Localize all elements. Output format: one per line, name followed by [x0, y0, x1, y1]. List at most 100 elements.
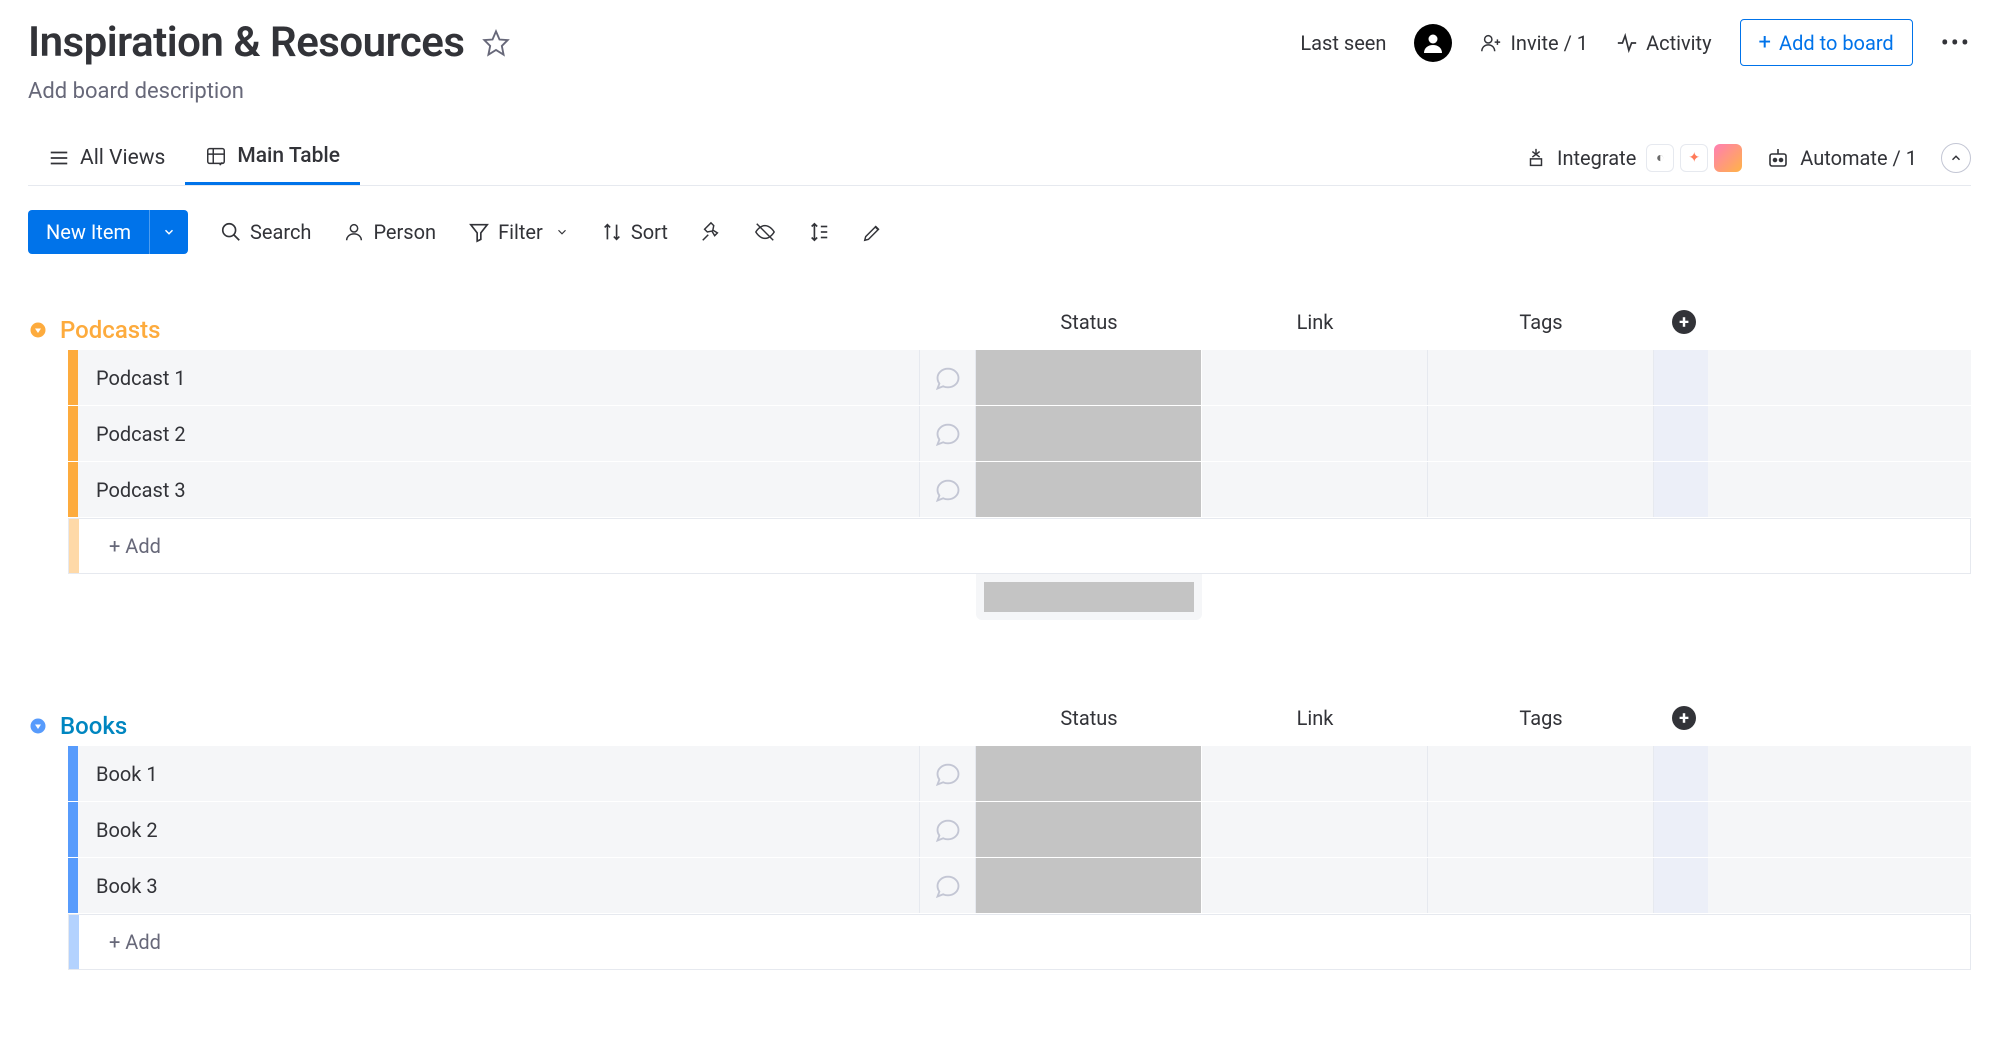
- tags-cell[interactable]: [1428, 746, 1654, 801]
- row-end: [1654, 858, 1708, 913]
- group-title[interactable]: Podcasts: [60, 316, 160, 344]
- invite-button[interactable]: Invite / 1: [1480, 31, 1588, 55]
- filter-button[interactable]: Filter: [468, 220, 569, 244]
- status-cell[interactable]: [976, 462, 1202, 517]
- chat-icon[interactable]: [920, 746, 976, 801]
- add-item-button[interactable]: + Add: [79, 915, 1970, 969]
- link-cell[interactable]: [1202, 406, 1428, 461]
- tags-cell[interactable]: [1428, 802, 1654, 857]
- table-row[interactable]: Podcast 1: [68, 350, 1971, 406]
- sort-button[interactable]: Sort: [601, 220, 668, 244]
- add-to-board-label: Add to board: [1779, 31, 1894, 55]
- status-cell[interactable]: [976, 802, 1202, 857]
- chat-icon[interactable]: [920, 462, 976, 517]
- group-title[interactable]: Books: [60, 712, 127, 740]
- main-table-tab[interactable]: Main Table: [185, 130, 360, 185]
- integration-app-icons: ◐ ✦: [1646, 144, 1742, 172]
- item-name-cell[interactable]: Book 3: [78, 858, 920, 913]
- more-menu-icon[interactable]: •••: [1941, 29, 1971, 57]
- row-color-bar: [68, 350, 78, 405]
- status-cell[interactable]: [976, 746, 1202, 801]
- all-views-label: All Views: [80, 146, 165, 170]
- row-end: [1654, 746, 1708, 801]
- new-item-dropdown[interactable]: [149, 210, 188, 254]
- board-title[interactable]: Inspiration & Resources: [28, 18, 464, 67]
- chat-icon[interactable]: [920, 350, 976, 405]
- status-cell[interactable]: [976, 350, 1202, 405]
- tags-cell[interactable]: [1428, 406, 1654, 461]
- table-row[interactable]: Book 2: [68, 802, 1971, 858]
- link-cell[interactable]: [1202, 802, 1428, 857]
- row-color-bar: [69, 915, 79, 969]
- link-cell[interactable]: [1202, 858, 1428, 913]
- integrate-button[interactable]: Integrate ◐ ✦: [1525, 144, 1742, 172]
- item-name-cell[interactable]: Podcast 2: [78, 406, 920, 461]
- automate-label: Automate / 1: [1800, 146, 1917, 170]
- table-row[interactable]: Book 3: [68, 858, 1971, 914]
- item-name-cell[interactable]: Podcast 3: [78, 462, 920, 517]
- search-button[interactable]: Search: [220, 220, 311, 244]
- collapse-header-icon[interactable]: [1941, 143, 1971, 173]
- status-cell[interactable]: [976, 858, 1202, 913]
- row-end: [1654, 462, 1708, 517]
- last-seen-label: Last seen: [1300, 31, 1386, 55]
- status-summary[interactable]: [976, 574, 1202, 620]
- status-cell[interactable]: [976, 406, 1202, 461]
- tags-cell[interactable]: [1428, 350, 1654, 405]
- add-item-button[interactable]: + Add: [79, 519, 1970, 573]
- star-icon[interactable]: [482, 29, 510, 57]
- add-column-button[interactable]: +: [1654, 300, 1714, 344]
- height-icon[interactable]: [808, 221, 830, 243]
- table-row[interactable]: Podcast 2: [68, 406, 1971, 462]
- table-row[interactable]: Book 1: [68, 746, 1971, 802]
- row-color-bar: [68, 802, 78, 857]
- board-description[interactable]: Add board description: [28, 79, 1971, 104]
- link-cell[interactable]: [1202, 746, 1428, 801]
- status-column-header[interactable]: Status: [976, 696, 1202, 740]
- row-color-bar: [69, 519, 79, 573]
- integrate-label: Integrate: [1557, 146, 1636, 170]
- status-column-header[interactable]: Status: [976, 300, 1202, 344]
- item-name-cell[interactable]: Book 1: [78, 746, 920, 801]
- row-end: [1654, 802, 1708, 857]
- link-column-header[interactable]: Link: [1202, 300, 1428, 344]
- tags-column-header[interactable]: Tags: [1428, 696, 1654, 740]
- link-column-header[interactable]: Link: [1202, 696, 1428, 740]
- tags-cell[interactable]: [1428, 858, 1654, 913]
- hide-icon[interactable]: [754, 221, 776, 243]
- color-icon[interactable]: [862, 221, 884, 243]
- chat-icon[interactable]: [920, 858, 976, 913]
- tags-column-header[interactable]: Tags: [1428, 300, 1654, 344]
- add-to-board-button[interactable]: + Add to board: [1740, 19, 1913, 66]
- item-name-cell[interactable]: Book 2: [78, 802, 920, 857]
- row-color-bar: [68, 406, 78, 461]
- pin-icon[interactable]: [700, 221, 722, 243]
- link-cell[interactable]: [1202, 462, 1428, 517]
- invite-label: Invite / 1: [1510, 31, 1588, 55]
- main-table-label: Main Table: [237, 144, 340, 168]
- item-name-cell[interactable]: Podcast 1: [78, 350, 920, 405]
- plus-icon: +: [1759, 30, 1771, 55]
- row-color-bar: [68, 858, 78, 913]
- avatar[interactable]: [1414, 24, 1452, 62]
- table-row[interactable]: Podcast 3: [68, 462, 1971, 518]
- row-color-bar: [68, 462, 78, 517]
- filter-label: Filter: [498, 220, 543, 244]
- person-label: Person: [373, 220, 436, 244]
- add-column-button[interactable]: +: [1654, 696, 1714, 740]
- row-color-bar: [68, 746, 78, 801]
- collapse-group-icon[interactable]: [28, 320, 48, 340]
- row-end: [1654, 406, 1708, 461]
- automate-button[interactable]: Automate / 1: [1766, 146, 1917, 170]
- new-item-button[interactable]: New Item: [28, 210, 149, 254]
- chat-icon[interactable]: [920, 406, 976, 461]
- collapse-group-icon[interactable]: [28, 716, 48, 736]
- all-views-tab[interactable]: All Views: [28, 132, 185, 184]
- link-cell[interactable]: [1202, 350, 1428, 405]
- activity-button[interactable]: Activity: [1616, 31, 1711, 55]
- tags-cell[interactable]: [1428, 462, 1654, 517]
- chat-icon[interactable]: [920, 802, 976, 857]
- person-filter-button[interactable]: Person: [343, 220, 436, 244]
- sort-label: Sort: [631, 220, 668, 244]
- activity-label: Activity: [1646, 31, 1711, 55]
